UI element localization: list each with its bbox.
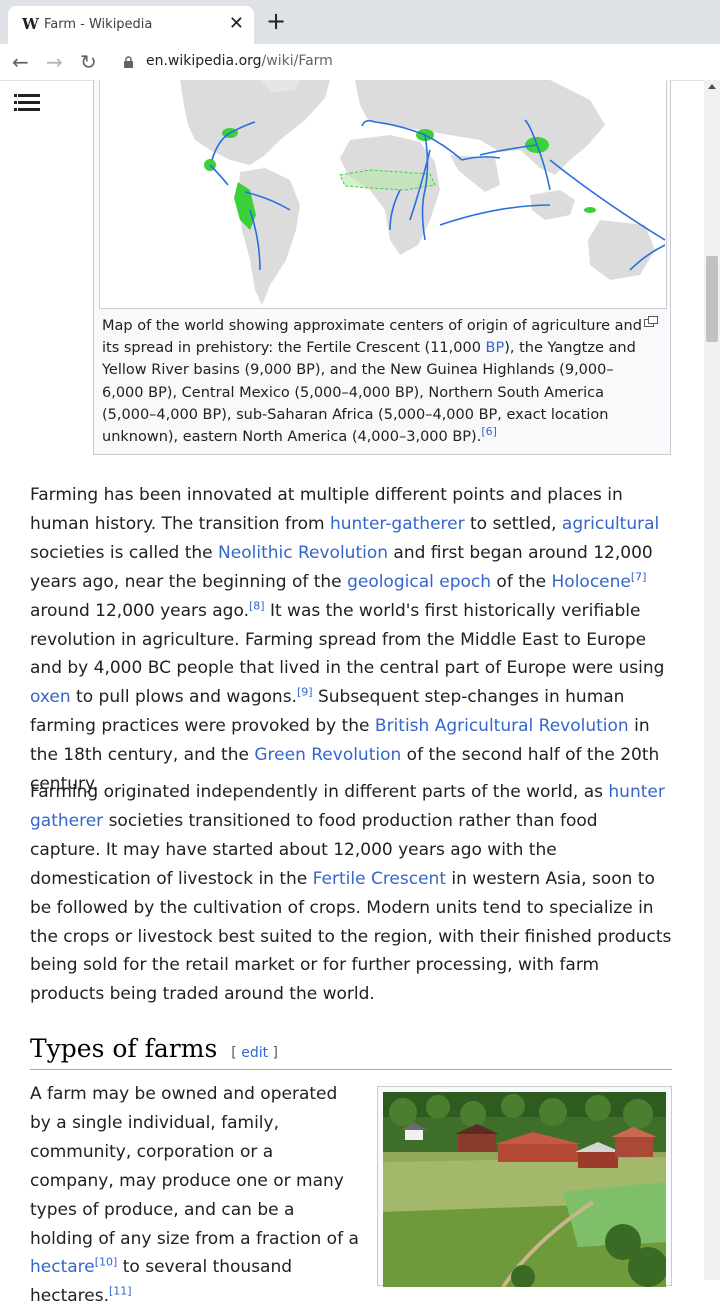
reload-button[interactable]: ↻ [80, 50, 97, 74]
text: around 12,000 years ago. [30, 600, 249, 621]
magnify-icon[interactable] [644, 316, 658, 327]
lock-icon [124, 56, 133, 68]
types-paragraph: A farm may be owned and operated by a si… [30, 1080, 360, 1311]
section-heading-types-of-farms: Types of farms [ edit ] [30, 1034, 672, 1070]
text: A farm may be owned and operated by a si… [30, 1084, 359, 1249]
edit-bracket-close: ] [268, 1045, 279, 1061]
wikipedia-favicon-icon: W [22, 15, 39, 33]
citation-6[interactable]: [6] [481, 425, 497, 438]
world-map-image[interactable] [99, 80, 667, 309]
agricultural-link[interactable]: agricultural [562, 514, 659, 534]
history-paragraph-2: Farming originated independently in diff… [30, 778, 672, 1009]
section-edit: [ edit ] [231, 1045, 278, 1061]
url-host: en.wikipedia.org [146, 53, 262, 69]
scroll-up-arrow-icon[interactable] [708, 84, 716, 89]
url-path: /wiki/Farm [261, 53, 333, 69]
fertile-crescent-link[interactable]: Fertile Crescent [313, 869, 446, 889]
citation-11[interactable]: [11] [109, 1285, 132, 1298]
hectare-link[interactable]: hectare [30, 1257, 95, 1277]
back-button[interactable]: ← [12, 50, 29, 74]
citation-9[interactable]: [9] [297, 686, 313, 699]
text: societies is called the [30, 542, 219, 563]
edit-bracket-open: [ [231, 1045, 242, 1061]
scrollbar-thumb[interactable] [706, 256, 718, 342]
geological-epoch-link[interactable]: geological epoch [347, 572, 491, 592]
british-agricultural-revolution-link[interactable]: British Agricultural Revolution [375, 716, 629, 736]
bp-link[interactable]: BP [486, 340, 505, 356]
text: to pull plows and wagons. [70, 687, 297, 708]
farm-photo[interactable] [383, 1092, 666, 1287]
neolithic-revolution-link[interactable]: Neolithic Revolution [218, 543, 388, 563]
edit-section-link[interactable]: edit [241, 1045, 268, 1061]
section-title: Types of farms [30, 1034, 218, 1063]
farm-photo-thumbnail [377, 1086, 672, 1287]
browser-tab[interactable]: W Farm - Wikipedia ✕ [8, 6, 254, 44]
history-paragraph-1: Farming has been innovated at multiple d… [30, 481, 672, 799]
citation-8[interactable]: [8] [249, 599, 265, 612]
holocene-link[interactable]: Holocene [552, 572, 631, 592]
farm-photo-graphic [383, 1092, 666, 1287]
tab-title: Farm - Wikipedia [44, 17, 153, 32]
text: Farming originated independently in diff… [30, 782, 609, 802]
browser-toolbar: ← → ↻ en.wikipedia.org/wiki/Farm [0, 44, 720, 81]
text: in western Asia, soon to be followed by … [30, 868, 672, 1005]
browser-tab-bar: W Farm - Wikipedia ✕ + [0, 0, 720, 44]
citation-7[interactable]: [7] [631, 570, 647, 583]
world-map-graphic [180, 80, 666, 305]
map-caption: Map of the world showing approximate cen… [102, 315, 650, 448]
map-figure: Map of the world showing approximate cen… [93, 80, 671, 455]
oxen-link[interactable]: oxen [30, 687, 71, 707]
new-tab-button[interactable]: + [266, 9, 286, 33]
forward-button[interactable]: → [46, 50, 63, 74]
close-tab-icon[interactable]: ✕ [229, 13, 244, 34]
text: to settled, [464, 513, 562, 534]
continents [180, 80, 655, 305]
citation-10[interactable]: [10] [95, 1256, 118, 1269]
url-text: en.wikipedia.org/wiki/Farm [146, 53, 333, 69]
hamburger-menu-icon[interactable] [14, 92, 40, 114]
hunter-gatherer-link[interactable]: hunter-gatherer [330, 514, 465, 534]
text: of the [491, 571, 552, 592]
green-revolution-link[interactable]: Green Revolution [254, 745, 401, 765]
address-bar[interactable]: en.wikipedia.org/wiki/Farm [116, 48, 720, 76]
